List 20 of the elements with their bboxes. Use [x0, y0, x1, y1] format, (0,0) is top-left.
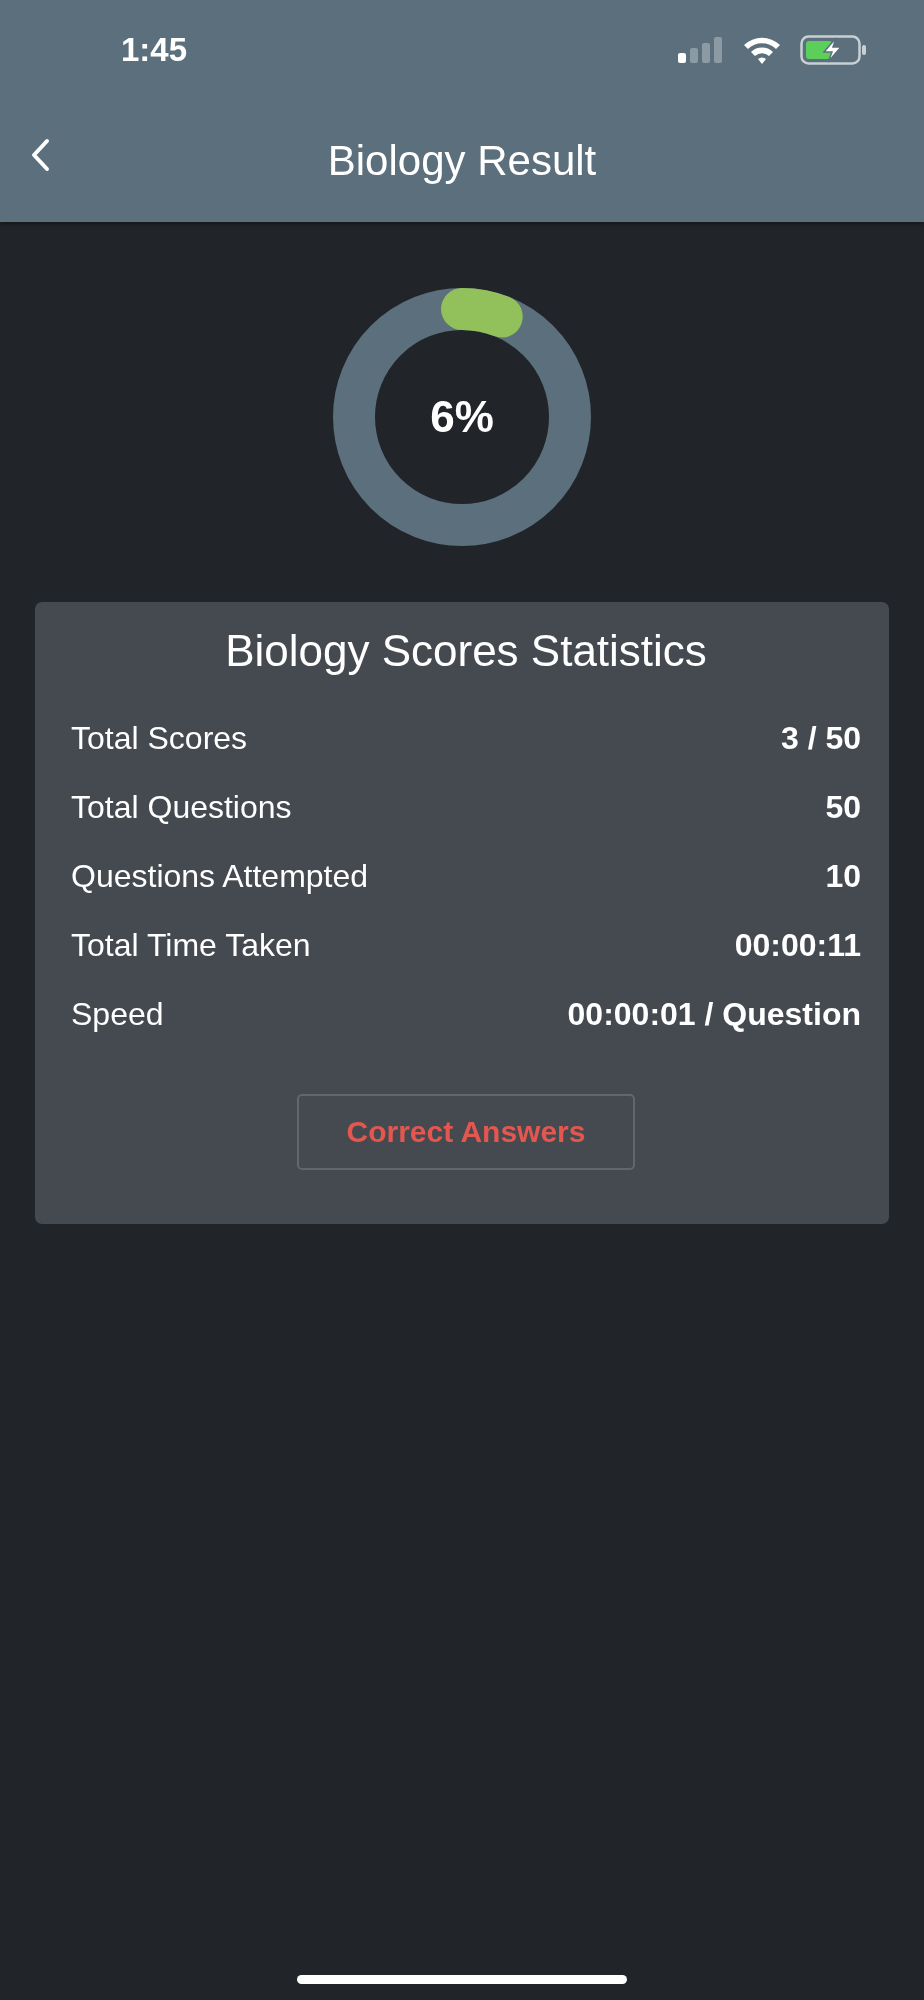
- screen-title: Biology Result: [327, 137, 597, 185]
- stat-value: 3 / 50: [780, 720, 861, 757]
- stat-value: 10: [825, 858, 861, 895]
- back-button[interactable]: [30, 138, 50, 172]
- stat-value: 00:00:01 / Question: [567, 996, 861, 1033]
- score-percent: 6%: [430, 392, 494, 442]
- stat-label: Questions Attempted: [71, 858, 369, 895]
- status-time: 1:45: [121, 31, 188, 69]
- stat-label: Total Scores: [71, 720, 248, 757]
- stat-label: Speed: [71, 996, 164, 1033]
- correct-answers-button[interactable]: Correct Answers: [297, 1094, 635, 1170]
- stat-label: Total Time Taken: [71, 927, 311, 964]
- stat-value: 50: [825, 789, 861, 826]
- wifi-icon: [742, 35, 782, 65]
- stat-label: Total Questions: [71, 789, 292, 826]
- signal-icon: [678, 37, 724, 63]
- battery-charging-icon: [800, 35, 868, 65]
- card-title: Biology Scores Statistics: [224, 625, 708, 677]
- chevron-left-icon: [30, 138, 50, 172]
- stat-value: 00:00:11: [734, 927, 861, 964]
